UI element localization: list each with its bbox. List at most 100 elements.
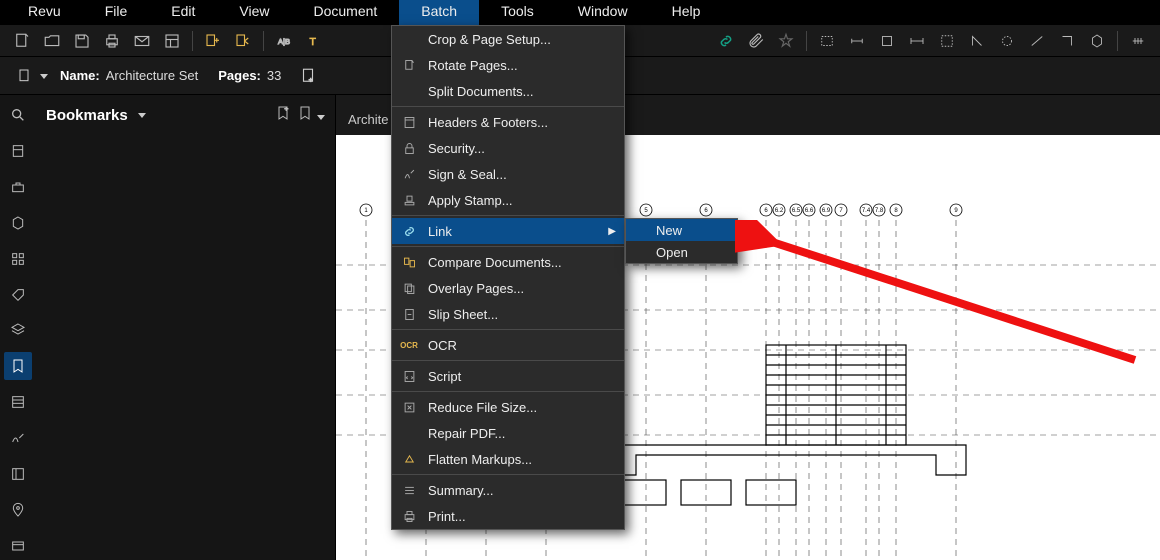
teal-t-icon[interactable]: T bbox=[300, 27, 328, 55]
menu-flatten-markups[interactable]: Flatten Markups... bbox=[392, 446, 624, 472]
menu-view[interactable]: View bbox=[217, 0, 291, 25]
menu-edit[interactable]: Edit bbox=[149, 0, 217, 25]
dim-7-icon[interactable] bbox=[993, 27, 1021, 55]
save-icon[interactable] bbox=[68, 27, 96, 55]
signature-icon[interactable] bbox=[4, 424, 32, 452]
menu-window[interactable]: Window bbox=[556, 0, 650, 25]
menu-apply-stamp[interactable]: Apply Stamp... bbox=[392, 187, 624, 213]
menu-tools[interactable]: Tools bbox=[479, 0, 556, 25]
bookmark-action-icon[interactable] bbox=[297, 105, 325, 125]
svg-text:6: 6 bbox=[704, 208, 708, 214]
bookmarks-panel: Bookmarks + bbox=[36, 95, 336, 560]
menu-batch[interactable]: Batch bbox=[399, 0, 479, 25]
document-tab[interactable]: Archite bbox=[348, 104, 388, 135]
svg-text:6.2: 6.2 bbox=[775, 208, 784, 214]
ab-text-icon[interactable]: A|B bbox=[270, 27, 298, 55]
dim-1-icon[interactable] bbox=[813, 27, 841, 55]
star-icon[interactable] bbox=[772, 27, 800, 55]
properties-icon[interactable] bbox=[4, 460, 32, 488]
menu-rotate-pages[interactable]: Rotate Pages... bbox=[392, 52, 624, 78]
svg-text:7.4: 7.4 bbox=[862, 208, 871, 214]
forms-icon[interactable] bbox=[4, 388, 32, 416]
add-bookmark-icon[interactable]: + bbox=[275, 105, 291, 125]
tag-icon[interactable] bbox=[4, 281, 32, 309]
svg-text:9: 9 bbox=[954, 208, 958, 214]
places-icon[interactable] bbox=[4, 496, 32, 524]
name-value: Architecture Set bbox=[106, 68, 199, 83]
dim-5-icon[interactable] bbox=[933, 27, 961, 55]
search-icon[interactable] bbox=[4, 101, 32, 129]
left-icon-rail bbox=[0, 95, 36, 560]
dim-4-icon[interactable] bbox=[903, 27, 931, 55]
svg-text:1: 1 bbox=[364, 208, 368, 214]
submenu-open[interactable]: Open bbox=[626, 241, 737, 263]
svg-text:5: 5 bbox=[644, 208, 648, 214]
new-doc-icon[interactable] bbox=[8, 27, 36, 55]
svg-text:7.8: 7.8 bbox=[875, 208, 884, 214]
bookmarks-icon[interactable] bbox=[4, 352, 32, 380]
menu-reduce-file-size[interactable]: Reduce File Size... bbox=[392, 394, 624, 420]
svg-text:6.9: 6.9 bbox=[822, 208, 831, 214]
dim-9-icon[interactable] bbox=[1053, 27, 1081, 55]
dim-11-icon[interactable] bbox=[1124, 27, 1152, 55]
svg-text:6.6: 6.6 bbox=[805, 208, 814, 214]
menu-help[interactable]: Help bbox=[650, 0, 723, 25]
studio-icon[interactable] bbox=[4, 532, 32, 560]
layout-icon[interactable] bbox=[158, 27, 186, 55]
add-page-icon[interactable]: + bbox=[293, 63, 323, 89]
thumbs-icon[interactable] bbox=[4, 137, 32, 165]
svg-text:+: + bbox=[284, 106, 288, 113]
link-icon[interactable] bbox=[712, 27, 740, 55]
panel-title: Bookmarks bbox=[46, 107, 128, 124]
attach-icon[interactable] bbox=[742, 27, 770, 55]
cube-icon[interactable] bbox=[4, 209, 32, 237]
menu-bar: Revu File Edit View Document Batch Tools… bbox=[0, 0, 1160, 25]
svg-text:A|B: A|B bbox=[278, 37, 290, 46]
panel-dropdown-icon[interactable] bbox=[134, 107, 146, 124]
name-label: Name: bbox=[60, 68, 100, 83]
pages-label: Pages: bbox=[218, 68, 261, 83]
menu-slip-sheet[interactable]: Slip Sheet... bbox=[392, 301, 624, 327]
menu-print-batch[interactable]: Print... bbox=[392, 503, 624, 529]
menu-ocr[interactable]: OCROCR bbox=[392, 332, 624, 358]
link-submenu: New Open bbox=[625, 218, 738, 264]
menu-script[interactable]: Script bbox=[392, 363, 624, 389]
dim-3-icon[interactable] bbox=[873, 27, 901, 55]
menu-repair-pdf[interactable]: Repair PDF... bbox=[392, 420, 624, 446]
menu-compare-documents[interactable]: Compare Documents... bbox=[392, 249, 624, 275]
svg-text:6: 6 bbox=[764, 208, 768, 214]
dim-10-icon[interactable] bbox=[1083, 27, 1111, 55]
sets-add-icon[interactable] bbox=[199, 27, 227, 55]
dim-8-icon[interactable] bbox=[1023, 27, 1051, 55]
submenu-new[interactable]: New bbox=[626, 219, 737, 241]
menu-link[interactable]: Link▶ bbox=[392, 218, 624, 244]
dim-2-icon[interactable] bbox=[843, 27, 871, 55]
menu-security[interactable]: Security... bbox=[392, 135, 624, 161]
submenu-arrow-icon: ▶ bbox=[608, 226, 616, 237]
menu-crop-page-setup[interactable]: Crop & Page Setup... bbox=[392, 26, 624, 52]
open-icon[interactable] bbox=[38, 27, 66, 55]
menu-overlay-pages[interactable]: Overlay Pages... bbox=[392, 275, 624, 301]
dim-6-icon[interactable] bbox=[963, 27, 991, 55]
menu-summary[interactable]: Summary... bbox=[392, 477, 624, 503]
email-icon[interactable] bbox=[128, 27, 156, 55]
menu-document[interactable]: Document bbox=[291, 0, 399, 25]
pages-value: 33 bbox=[267, 68, 281, 83]
batch-menu-dropdown: Crop & Page Setup... Rotate Pages... Spl… bbox=[391, 25, 625, 530]
print-icon[interactable] bbox=[98, 27, 126, 55]
sets-export-icon[interactable] bbox=[229, 27, 257, 55]
svg-text:8: 8 bbox=[894, 208, 898, 214]
svg-text:6.5: 6.5 bbox=[792, 208, 801, 214]
grid-icon[interactable] bbox=[4, 245, 32, 273]
svg-text:7: 7 bbox=[839, 208, 843, 214]
toolbox-icon[interactable] bbox=[4, 173, 32, 201]
svg-text:+: + bbox=[309, 77, 313, 84]
layers-icon[interactable] bbox=[4, 317, 32, 345]
menu-split-documents[interactable]: Split Documents... bbox=[392, 78, 624, 104]
svg-text:T: T bbox=[310, 35, 317, 47]
menu-headers-footers[interactable]: Headers & Footers... bbox=[392, 109, 624, 135]
menu-revu[interactable]: Revu bbox=[6, 0, 83, 25]
menu-file[interactable]: File bbox=[83, 0, 150, 25]
menu-sign-seal[interactable]: Sign & Seal... bbox=[392, 161, 624, 187]
doc-dropdown[interactable] bbox=[10, 64, 54, 88]
